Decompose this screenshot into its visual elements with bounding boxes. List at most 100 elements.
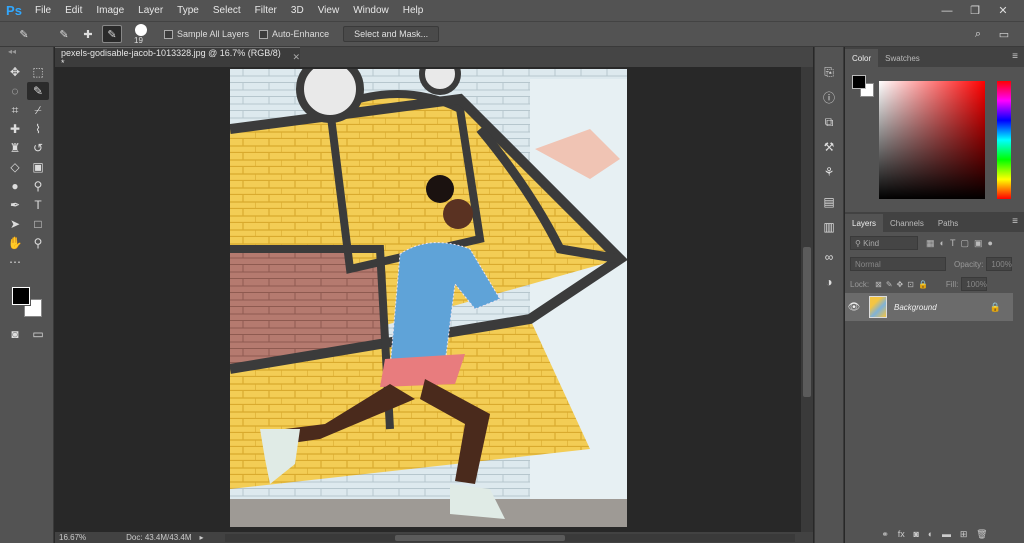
tab-paths[interactable]: Paths bbox=[931, 214, 965, 232]
brush-tool-icon[interactable]: ⌇ bbox=[27, 120, 49, 138]
eraser-tool-icon[interactable]: ◇ bbox=[4, 158, 26, 176]
history-brush-tool-icon[interactable]: ↺ bbox=[27, 139, 49, 157]
restore-button[interactable]: ❐ bbox=[962, 0, 988, 21]
dodge-tool-icon[interactable]: ⚲ bbox=[27, 177, 49, 195]
shape-filter-icon[interactable]: ▢ bbox=[960, 238, 969, 249]
menu-file[interactable]: File bbox=[28, 5, 58, 16]
notes-icon[interactable]: ▥ bbox=[817, 216, 841, 238]
menu-view[interactable]: View bbox=[311, 5, 347, 16]
tab-color[interactable]: Color bbox=[845, 49, 879, 67]
horizontal-scroll-thumb[interactable] bbox=[395, 535, 565, 541]
layer-name[interactable]: Background bbox=[894, 303, 937, 312]
menu-help[interactable]: Help bbox=[396, 5, 431, 16]
status-expand-icon[interactable]: ▸ bbox=[200, 533, 204, 542]
shape-tool-icon[interactable]: □ bbox=[27, 215, 49, 233]
search-icon[interactable]: ⌕ bbox=[968, 25, 988, 43]
pen-tool-icon[interactable]: ✒ bbox=[4, 196, 26, 214]
info-icon[interactable]: ⓘ bbox=[817, 86, 841, 108]
select-and-mask-button[interactable]: Select and Mask... bbox=[343, 26, 440, 42]
screen-mode-icon[interactable]: ▭ bbox=[27, 325, 49, 343]
brush-size-picker[interactable]: 19 bbox=[130, 23, 154, 45]
panel-menu-icon[interactable]: ≡ bbox=[1012, 51, 1018, 62]
blur-tool-icon[interactable]: ● bbox=[4, 177, 26, 195]
eyedropper-tool-icon[interactable]: ⌿ bbox=[27, 101, 49, 119]
smart-object-filter-icon[interactable]: ▣ bbox=[974, 238, 983, 249]
image-canvas[interactable] bbox=[230, 69, 627, 527]
new-selection-icon[interactable]: ✎ bbox=[54, 25, 74, 43]
more-tools-icon[interactable]: ⋯ bbox=[4, 253, 26, 271]
panel-foreground-swatch[interactable] bbox=[852, 75, 866, 89]
workspace-icon[interactable]: ▭ bbox=[994, 25, 1014, 43]
type-tool-icon[interactable]: T bbox=[27, 196, 49, 214]
sample-all-layers-checkbox[interactable]: Sample All Layers bbox=[164, 29, 249, 39]
tab-channels[interactable]: Channels bbox=[883, 214, 931, 232]
layer-row-background[interactable]: 👁 Background 🔒 bbox=[845, 293, 1013, 321]
properties-icon[interactable]: ⧉ bbox=[817, 111, 841, 133]
adjustments-icon[interactable]: ◑ bbox=[817, 271, 841, 293]
path-selection-tool-icon[interactable]: ➤ bbox=[4, 215, 26, 233]
quick-selection-tool-icon[interactable]: ✎ bbox=[27, 82, 49, 100]
horizontal-scrollbar[interactable] bbox=[225, 534, 795, 542]
libraries-icon[interactable]: ▤ bbox=[817, 191, 841, 213]
type-filter-icon[interactable]: T bbox=[950, 238, 956, 249]
crop-tool-icon[interactable]: ⌗ bbox=[4, 101, 26, 119]
tools-collapse-icon[interactable]: ◂◂ bbox=[0, 47, 53, 63]
opacity-field[interactable]: 100% bbox=[986, 257, 1013, 271]
creative-cloud-icon[interactable]: ∞ bbox=[817, 246, 841, 268]
clone-stamp-tool-icon[interactable]: ♜ bbox=[4, 139, 26, 157]
hue-slider[interactable] bbox=[997, 81, 1011, 199]
doc-size-info[interactable]: Doc: 43.4M/43.4M bbox=[126, 533, 191, 542]
layer-lock-icon[interactable]: 🔒 bbox=[990, 302, 1001, 313]
tab-swatches[interactable]: Swatches bbox=[878, 49, 927, 67]
subtract-from-selection-icon[interactable]: ✎ bbox=[102, 25, 122, 43]
zoom-tool-icon[interactable]: ⚲ bbox=[27, 234, 49, 252]
new-group-icon[interactable]: ▬ bbox=[942, 529, 951, 539]
clone-source-icon[interactable]: ⚘ bbox=[817, 161, 841, 183]
lasso-tool-icon[interactable]: ◌ bbox=[4, 82, 26, 100]
vertical-scrollbar[interactable] bbox=[801, 67, 813, 533]
menu-select[interactable]: Select bbox=[206, 5, 248, 16]
new-layer-icon[interactable]: ⊞ bbox=[960, 529, 968, 540]
menu-layer[interactable]: Layer bbox=[131, 5, 170, 16]
adjustment-filter-icon[interactable]: ◐ bbox=[940, 238, 945, 249]
quick-selection-preset-icon[interactable]: ✎ bbox=[14, 25, 34, 43]
move-tool-icon[interactable]: ✥ bbox=[4, 63, 26, 81]
link-layers-icon[interactable]: ⚭ bbox=[881, 529, 889, 540]
add-mask-icon[interactable]: ◙ bbox=[914, 529, 919, 539]
layers-menu-icon[interactable]: ≡ bbox=[1012, 216, 1018, 227]
tab-layers[interactable]: Layers bbox=[845, 214, 884, 232]
filter-toggle-icon[interactable]: ● bbox=[987, 238, 992, 249]
quick-mask-icon[interactable]: ◙ bbox=[4, 325, 26, 343]
close-button[interactable]: ✕ bbox=[990, 0, 1016, 21]
menu-3d[interactable]: 3D bbox=[284, 5, 311, 16]
marquee-tool-icon[interactable]: ⬚ bbox=[27, 63, 49, 81]
menu-filter[interactable]: Filter bbox=[248, 5, 284, 16]
pixel-filter-icon[interactable]: ▦ bbox=[926, 238, 935, 249]
visibility-eye-icon[interactable]: 👁 bbox=[845, 302, 863, 313]
menu-window[interactable]: Window bbox=[346, 5, 396, 16]
blend-mode-select[interactable]: Normal bbox=[850, 257, 946, 271]
add-to-selection-icon[interactable]: ✚ bbox=[78, 25, 98, 43]
menu-type[interactable]: Type bbox=[170, 5, 206, 16]
close-tab-icon[interactable]: ✕ bbox=[292, 52, 300, 63]
hand-tool-icon[interactable]: ✋ bbox=[4, 234, 26, 252]
delete-layer-icon[interactable]: 🗑 bbox=[976, 529, 987, 540]
menu-image[interactable]: Image bbox=[89, 5, 131, 16]
lock-options-icon[interactable]: ⊠✎✥⊡🔒 bbox=[875, 280, 932, 289]
zoom-level[interactable]: 16.67% bbox=[59, 533, 86, 542]
color-spectrum-picker[interactable] bbox=[879, 81, 985, 199]
kind-filter-select[interactable]: ⚲ Kind bbox=[850, 236, 918, 250]
document-tab[interactable]: pexels-godisable-jacob-1013328.jpg @ 16.… bbox=[55, 47, 300, 68]
brush-settings-icon[interactable]: ⚒ bbox=[817, 136, 841, 158]
auto-enhance-checkbox[interactable]: Auto-Enhance bbox=[259, 29, 329, 39]
vertical-scroll-thumb[interactable] bbox=[803, 247, 811, 397]
fill-field[interactable]: 100% bbox=[961, 277, 988, 291]
foreground-color-swatch[interactable] bbox=[11, 286, 31, 306]
gradient-tool-icon[interactable]: ▣ bbox=[27, 158, 49, 176]
adjustment-layer-icon[interactable]: ◐ bbox=[928, 529, 933, 539]
minimize-button[interactable]: — bbox=[934, 0, 960, 21]
history-icon[interactable]: ⎘ bbox=[817, 61, 841, 83]
healing-brush-tool-icon[interactable]: ✚ bbox=[4, 120, 26, 138]
layer-style-icon[interactable]: fx bbox=[898, 529, 905, 539]
color-swatches[interactable] bbox=[11, 286, 46, 319]
